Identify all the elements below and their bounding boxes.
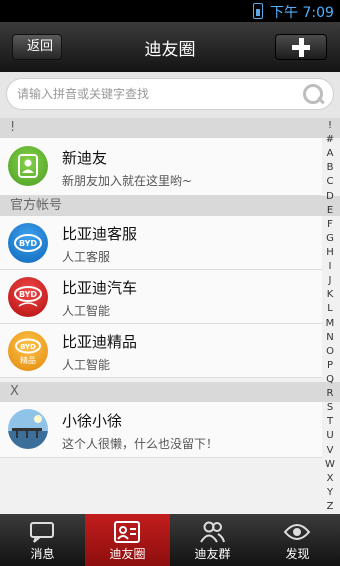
byd-logo: BYD bbox=[8, 223, 48, 263]
tab-messages[interactable]: 消息 bbox=[0, 514, 85, 566]
list-item-xiaoxu[interactable]: 小徐小徐 这个人很懒，什么也没留下！ bbox=[0, 402, 322, 458]
index-letter[interactable]: M bbox=[326, 318, 335, 329]
contact-name: 比亚迪客服 bbox=[62, 225, 138, 243]
tab-label: 迪友群 bbox=[194, 547, 231, 561]
index-letter[interactable]: E bbox=[327, 205, 333, 216]
contact-name: 新迪友 bbox=[62, 149, 108, 167]
search-bar: 请输入拼音或关键字查找 bbox=[0, 72, 340, 119]
list-item-new-friend[interactable]: 新迪友 新朋友加入就在这里哟~ bbox=[0, 138, 322, 196]
index-letter[interactable]: R bbox=[327, 388, 334, 399]
index-letter[interactable]: C bbox=[327, 176, 334, 187]
person-icon bbox=[8, 146, 48, 186]
index-letter[interactable]: Y bbox=[327, 487, 333, 498]
index-letter[interactable]: T bbox=[327, 416, 333, 427]
index-letter[interactable]: W bbox=[325, 459, 335, 470]
status-time: 下午 7:09 bbox=[270, 5, 334, 21]
byd-logo: BYD bbox=[8, 277, 48, 317]
index-letter[interactable]: ! bbox=[328, 120, 332, 131]
photo-avatar bbox=[8, 409, 48, 449]
byd-logo: BYD 精品 bbox=[8, 331, 48, 371]
contact-subtitle: 新朋友加入就在这里哟~ bbox=[62, 174, 193, 188]
contact-subtitle: 人工客服 bbox=[62, 250, 111, 264]
index-letter[interactable]: I bbox=[329, 261, 332, 272]
eye-icon bbox=[283, 524, 311, 540]
contact-name: 比亚迪精品 bbox=[62, 333, 138, 351]
contact-card-icon bbox=[114, 521, 140, 543]
index-letter[interactable]: F bbox=[327, 219, 333, 230]
index-letter[interactable]: U bbox=[326, 430, 333, 441]
group-icon bbox=[200, 521, 225, 543]
index-letter[interactable]: N bbox=[326, 332, 333, 343]
index-letter[interactable]: A bbox=[327, 148, 334, 159]
index-letter[interactable]: K bbox=[327, 289, 334, 300]
chat-icon bbox=[30, 522, 54, 543]
contact-subtitle: 这个人很懒，什么也没留下！ bbox=[62, 437, 219, 451]
tab-difriend-group[interactable]: 迪友群 bbox=[170, 514, 255, 566]
alphabet-index[interactable]: ! # A B C D E F G H I J K L M N O P Q R S T U V W X Y Z bbox=[322, 118, 338, 514]
index-letter[interactable]: L bbox=[327, 303, 333, 314]
tab-difriend-circle[interactable]: 迪友圈 bbox=[85, 514, 170, 566]
contact-subtitle: 人工智能 bbox=[62, 358, 111, 372]
tab-label: 发现 bbox=[285, 547, 310, 561]
tab-label: 迪友圈 bbox=[109, 547, 146, 561]
section-header: 官方帐号 bbox=[0, 196, 340, 216]
list-item-byd-auto[interactable]: BYD 比亚迪汽车 人工智能 bbox=[0, 270, 322, 324]
index-letter[interactable]: Q bbox=[326, 374, 334, 385]
index-letter[interactable]: D bbox=[326, 191, 334, 202]
contact-subtitle: 人工智能 bbox=[62, 304, 111, 318]
index-letter[interactable]: O bbox=[326, 346, 334, 357]
status-bar: 下午 7:09 bbox=[0, 0, 340, 22]
tab-discover[interactable]: 发现 bbox=[255, 514, 340, 566]
index-letter[interactable]: B bbox=[327, 162, 334, 173]
contact-name: 比亚迪汽车 bbox=[62, 279, 138, 297]
index-letter[interactable]: X bbox=[327, 473, 334, 484]
nav-bar: 返回 迪友圈 bbox=[0, 22, 340, 72]
index-letter[interactable]: G bbox=[326, 233, 334, 244]
tab-bar: 消息 迪友圈 迪友群 发现 bbox=[0, 514, 340, 566]
battery-icon bbox=[253, 3, 263, 19]
search-icon[interactable] bbox=[303, 84, 323, 104]
avatar-text: BYD bbox=[19, 239, 37, 248]
contact-name: 小徐小徐 bbox=[62, 412, 123, 430]
section-header: ! bbox=[0, 118, 340, 138]
index-letter[interactable]: H bbox=[326, 247, 334, 258]
tab-label: 消息 bbox=[30, 547, 55, 561]
avatar-text: BYD bbox=[19, 290, 37, 299]
index-letter[interactable]: J bbox=[329, 275, 332, 286]
list-item-byd-boutique[interactable]: BYD 精品 比亚迪精品 人工智能 bbox=[0, 324, 322, 378]
index-letter[interactable]: Z bbox=[327, 501, 334, 512]
list-item-byd-service[interactable]: BYD 比亚迪客服 人工客服 bbox=[0, 216, 322, 270]
search-input[interactable]: 请输入拼音或关键字查找 bbox=[6, 78, 334, 110]
avatar-text: BYD bbox=[20, 343, 36, 351]
section-header: X bbox=[0, 382, 340, 402]
add-button[interactable] bbox=[275, 34, 327, 60]
index-letter[interactable]: # bbox=[326, 134, 334, 145]
index-letter[interactable]: S bbox=[327, 402, 333, 413]
index-letter[interactable]: V bbox=[327, 445, 334, 456]
index-letter[interactable]: P bbox=[327, 360, 333, 371]
badge-text: 精品 bbox=[20, 355, 36, 365]
